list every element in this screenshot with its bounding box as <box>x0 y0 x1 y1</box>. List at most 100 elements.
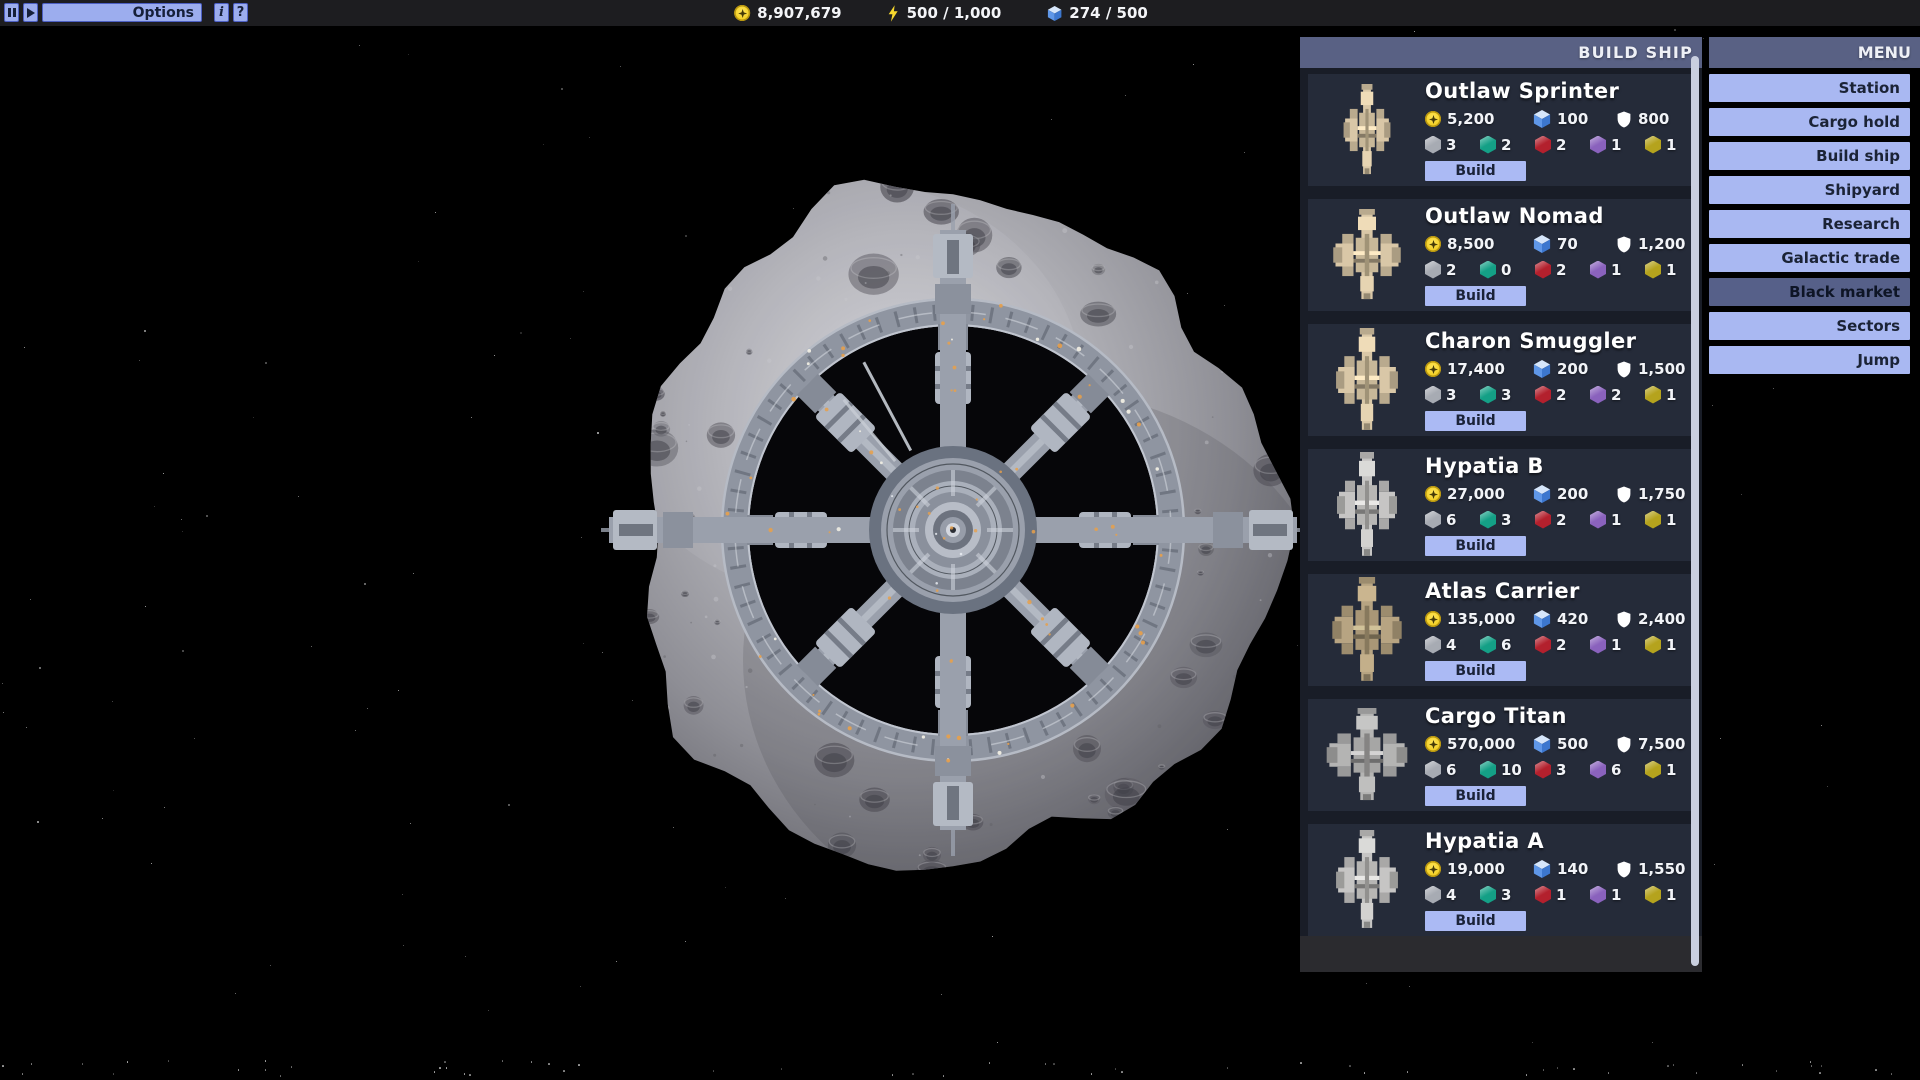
ship-shield: 2,400 <box>1616 610 1700 629</box>
resource-cost: 3 <box>1480 511 1535 529</box>
menu-item-jump[interactable]: Jump <box>1709 346 1910 374</box>
ship-name: Hypatia B <box>1425 454 1700 479</box>
ship-shield: 7,500 <box>1616 735 1700 754</box>
resource-costs: 32211 <box>1425 135 1700 154</box>
coin-icon <box>1425 736 1441 752</box>
hex-resource-icon <box>1590 761 1606 779</box>
coin-icon <box>1425 111 1441 127</box>
shield-icon <box>1616 110 1632 129</box>
cube-icon <box>1533 609 1551 629</box>
cube-icon <box>1533 859 1551 879</box>
ship-cargo-capacity: 200 <box>1533 359 1616 379</box>
ship-card: Hypatia A 19,000 140 1,550 43111 Build <box>1308 824 1694 936</box>
ship-card: Cargo Titan 570,000 500 7,500 610361 Bui… <box>1308 699 1694 811</box>
build-button[interactable]: Build <box>1425 411 1526 431</box>
menu-item-station[interactable]: Station <box>1709 74 1910 102</box>
shield-icon <box>1616 360 1632 379</box>
shield-icon <box>1616 485 1632 504</box>
resource-cost: 6 <box>1480 636 1535 654</box>
hex-resource-icon <box>1480 136 1496 154</box>
resource-cost: 2 <box>1535 136 1590 154</box>
resource-cost: 6 <box>1590 761 1645 779</box>
ship-sprite <box>1308 74 1425 186</box>
ship-card: Atlas Carrier 135,000 420 2,400 46211 Bu… <box>1308 574 1694 686</box>
cube-icon <box>1533 359 1551 379</box>
coin-icon <box>1425 611 1441 627</box>
hex-resource-icon <box>1425 761 1441 779</box>
ship-cost-credits: 135,000 <box>1425 610 1533 628</box>
menu-item-sectors[interactable]: Sectors <box>1709 312 1910 340</box>
credits-display: 8,907,679 <box>734 4 841 22</box>
build-button[interactable]: Build <box>1425 286 1526 306</box>
resource-cost: 3 <box>1535 761 1590 779</box>
ship-cargo-capacity: 500 <box>1533 734 1616 754</box>
resource-cost: 3 <box>1425 386 1480 404</box>
hex-resource-icon <box>1645 136 1661 154</box>
menu-header: MENU <box>1709 37 1920 68</box>
resource-costs: 43111 <box>1425 885 1700 904</box>
menu-item-cargo-hold[interactable]: Cargo hold <box>1709 108 1910 136</box>
hex-resource-icon <box>1590 386 1606 404</box>
hex-resource-icon <box>1645 511 1661 529</box>
hex-resource-icon <box>1535 511 1551 529</box>
resource-cost: 1 <box>1590 511 1645 529</box>
asteroid-station[interactable] <box>601 158 1305 902</box>
play-button[interactable] <box>23 3 38 22</box>
ship-card: Outlaw Sprinter 5,200 100 800 32211 Buil… <box>1308 74 1694 186</box>
resource-cost: 2 <box>1535 386 1590 404</box>
ship-sprite <box>1308 699 1425 811</box>
ship-card: Hypatia B 27,000 200 1,750 63211 Build <box>1308 449 1694 561</box>
menu-item-research[interactable]: Research <box>1709 210 1910 238</box>
ship-cargo-capacity: 420 <box>1533 609 1616 629</box>
menu-item-black-market[interactable]: Black market <box>1709 278 1910 306</box>
pause-button[interactable] <box>4 3 19 22</box>
help-button[interactable]: ? <box>233 3 248 22</box>
cube-icon <box>1533 734 1551 754</box>
build-button[interactable]: Build <box>1425 911 1526 931</box>
ship-cost-credits: 17,400 <box>1425 360 1533 378</box>
ship-cargo-capacity: 200 <box>1533 484 1616 504</box>
scrollbar-thumb[interactable] <box>1691 56 1699 966</box>
ship-sprite <box>1308 449 1425 561</box>
resource-cost: 1 <box>1590 886 1645 904</box>
ship-shield: 1,200 <box>1616 235 1700 254</box>
build-button[interactable]: Build <box>1425 161 1526 181</box>
hex-resource-icon <box>1480 636 1496 654</box>
build-button[interactable]: Build <box>1425 661 1526 681</box>
hex-resource-icon <box>1535 761 1551 779</box>
panel-footer <box>1300 936 1702 972</box>
ship-cost-credits: 27,000 <box>1425 485 1533 503</box>
hex-resource-icon <box>1645 636 1661 654</box>
ship-cargo-capacity: 70 <box>1533 234 1616 254</box>
resource-cost: 2 <box>1535 636 1590 654</box>
options-button[interactable]: Options <box>42 3 202 22</box>
build-button[interactable]: Build <box>1425 536 1526 556</box>
play-icon <box>27 8 35 18</box>
ship-cost-credits: 5,200 <box>1425 110 1533 128</box>
hex-resource-icon <box>1590 261 1606 279</box>
ship-cargo-capacity: 140 <box>1533 859 1616 879</box>
hex-resource-icon <box>1425 261 1441 279</box>
menu-item-shipyard[interactable]: Shipyard <box>1709 176 1910 204</box>
pause-icon <box>8 8 16 17</box>
cube-icon <box>1047 5 1062 22</box>
hex-resource-icon <box>1645 761 1661 779</box>
menu-item-build-ship[interactable]: Build ship <box>1709 142 1910 170</box>
hex-resource-icon <box>1645 386 1661 404</box>
ship-shield: 1,500 <box>1616 360 1700 379</box>
ship-name: Outlaw Nomad <box>1425 204 1700 229</box>
hex-resource-icon <box>1480 261 1496 279</box>
ship-name: Atlas Carrier <box>1425 579 1700 604</box>
resource-cost: 10 <box>1480 761 1535 779</box>
cargo-display: 274 / 500 <box>1047 4 1148 22</box>
resource-cost: 1 <box>1590 261 1645 279</box>
info-button[interactable]: i <box>214 3 229 22</box>
menu-item-galactic-trade[interactable]: Galactic trade <box>1709 244 1910 272</box>
coin-icon <box>1425 486 1441 502</box>
resource-costs: 63211 <box>1425 510 1700 529</box>
coin-icon <box>1425 361 1441 377</box>
hex-resource-icon <box>1590 511 1606 529</box>
build-button[interactable]: Build <box>1425 786 1526 806</box>
hex-resource-icon <box>1590 136 1606 154</box>
hex-resource-icon <box>1535 136 1551 154</box>
